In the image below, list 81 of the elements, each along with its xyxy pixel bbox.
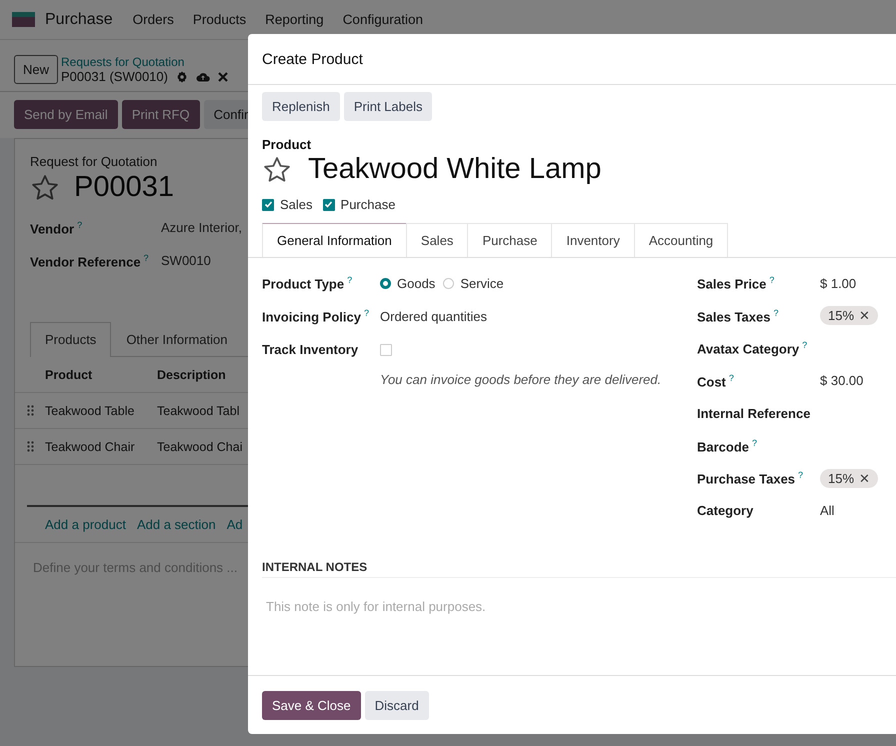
field-value: Azure Interior, <box>161 220 242 237</box>
tag-label: 15% <box>828 308 854 324</box>
field-label: Barcode <box>697 438 750 454</box>
field-label: Internal Reference <box>697 406 810 421</box>
tab[interactable]: Other Information <box>111 322 242 356</box>
breadcrumb-link[interactable]: Requests for Quotation <box>61 55 228 69</box>
table-cell-text: Teakwood Chai <box>157 440 244 454</box>
column-header: Description <box>157 368 227 382</box>
table-cell-text: Teakwood Tabl <box>157 404 240 418</box>
action-button[interactable]: Send by Email <box>14 100 118 129</box>
action-button[interactable]: Confir <box>204 100 248 129</box>
column-header: Product <box>45 368 94 382</box>
menu-item[interactable]: Products <box>192 12 246 27</box>
menu-item[interactable]: Orders <box>132 12 174 27</box>
field-label: Sales Price <box>697 276 766 292</box>
field-label: Avatax Category <box>697 341 800 356</box>
action-button[interactable]: Print RFQ <box>122 100 200 129</box>
checkbox-label: Purchase <box>340 197 396 212</box>
field-value: $ 30.00 <box>820 373 864 388</box>
tab[interactable]: Accounting <box>634 223 728 257</box>
record-name: P00031 (SW0010) <box>61 69 168 84</box>
field-label: Product <box>262 137 312 152</box>
field-label: Sales Taxes <box>697 308 770 324</box>
field-label: Category <box>697 503 754 518</box>
field-label: Product Type <box>262 276 344 292</box>
checkbox-label: Sales <box>280 197 313 212</box>
radio-button[interactable] <box>380 278 391 289</box>
help-mark[interactable]: ? <box>364 308 369 318</box>
section-heading: INTERNAL NOTES <box>262 560 896 578</box>
remove-icon[interactable]: ✕ <box>859 470 870 486</box>
field-label: Purchase Taxes <box>697 471 796 486</box>
field-label: Vendor <box>30 221 74 236</box>
help-mark[interactable]: ? <box>752 438 758 448</box>
help-mark[interactable]: ? <box>77 220 82 230</box>
close-icon <box>218 72 228 82</box>
field-label: Track Inventory <box>262 342 358 357</box>
help-mark[interactable]: ? <box>802 340 808 350</box>
add-link[interactable]: Add a product <box>45 517 126 532</box>
toolbar-button[interactable]: Replenish <box>262 92 340 121</box>
checkbox[interactable] <box>322 198 335 210</box>
app-logo-icon <box>12 12 35 27</box>
help-mark[interactable]: ? <box>798 470 804 480</box>
field-value: $ 1.00 <box>820 276 856 291</box>
drag-handle-icon <box>27 441 34 452</box>
add-link[interactable]: Ad <box>226 517 243 532</box>
cloud-upload-icon <box>196 71 210 82</box>
field-value: SW0010 <box>161 253 211 270</box>
gear-icon <box>176 70 188 82</box>
dialog-title: Create Product <box>262 50 363 68</box>
add-link[interactable]: Add a section <box>136 517 216 532</box>
help-mark[interactable]: ? <box>773 308 778 318</box>
footer-button[interactable]: Discard <box>364 690 429 720</box>
help-text: You can invoice goods before they are delivered. <box>379 372 662 387</box>
app-name[interactable]: Purchase <box>45 10 113 28</box>
help-mark[interactable]: ? <box>769 275 774 286</box>
tag-label: 15% <box>828 470 854 486</box>
field-label: Cost <box>697 374 726 389</box>
field-value: All <box>820 503 834 518</box>
field-value: Ordered quantities <box>380 309 487 324</box>
field-label: Vendor Reference <box>30 254 141 270</box>
checkbox[interactable] <box>262 198 274 210</box>
record-title: P00031 <box>74 171 174 204</box>
menu-item[interactable]: Configuration <box>342 12 423 27</box>
radio-label: Service <box>460 276 504 291</box>
help-mark[interactable]: ? <box>728 372 734 383</box>
product-name: Teakwood White Lamp <box>308 153 602 186</box>
new-button[interactable]: New <box>14 55 58 84</box>
tab[interactable]: Products <box>30 322 112 357</box>
form-subtitle: Request for Quotation <box>29 154 158 169</box>
remove-icon[interactable]: ✕ <box>859 308 870 324</box>
menu-item[interactable]: Reporting <box>265 12 324 27</box>
drag-handle-icon <box>27 405 34 416</box>
help-mark[interactable]: ? <box>347 275 352 286</box>
help-mark[interactable]: ? <box>144 253 149 263</box>
footer-button[interactable]: Save & Close <box>262 690 361 720</box>
radio-label: Goods <box>397 276 436 291</box>
table-cell-text: Teakwood Table <box>45 404 136 418</box>
tab[interactable]: General Information <box>262 223 407 257</box>
toolbar-button[interactable]: Print Labels <box>344 92 432 121</box>
field-label: Invoicing Policy <box>262 310 361 325</box>
table-cell-text: Teakwood Chair <box>45 440 136 454</box>
